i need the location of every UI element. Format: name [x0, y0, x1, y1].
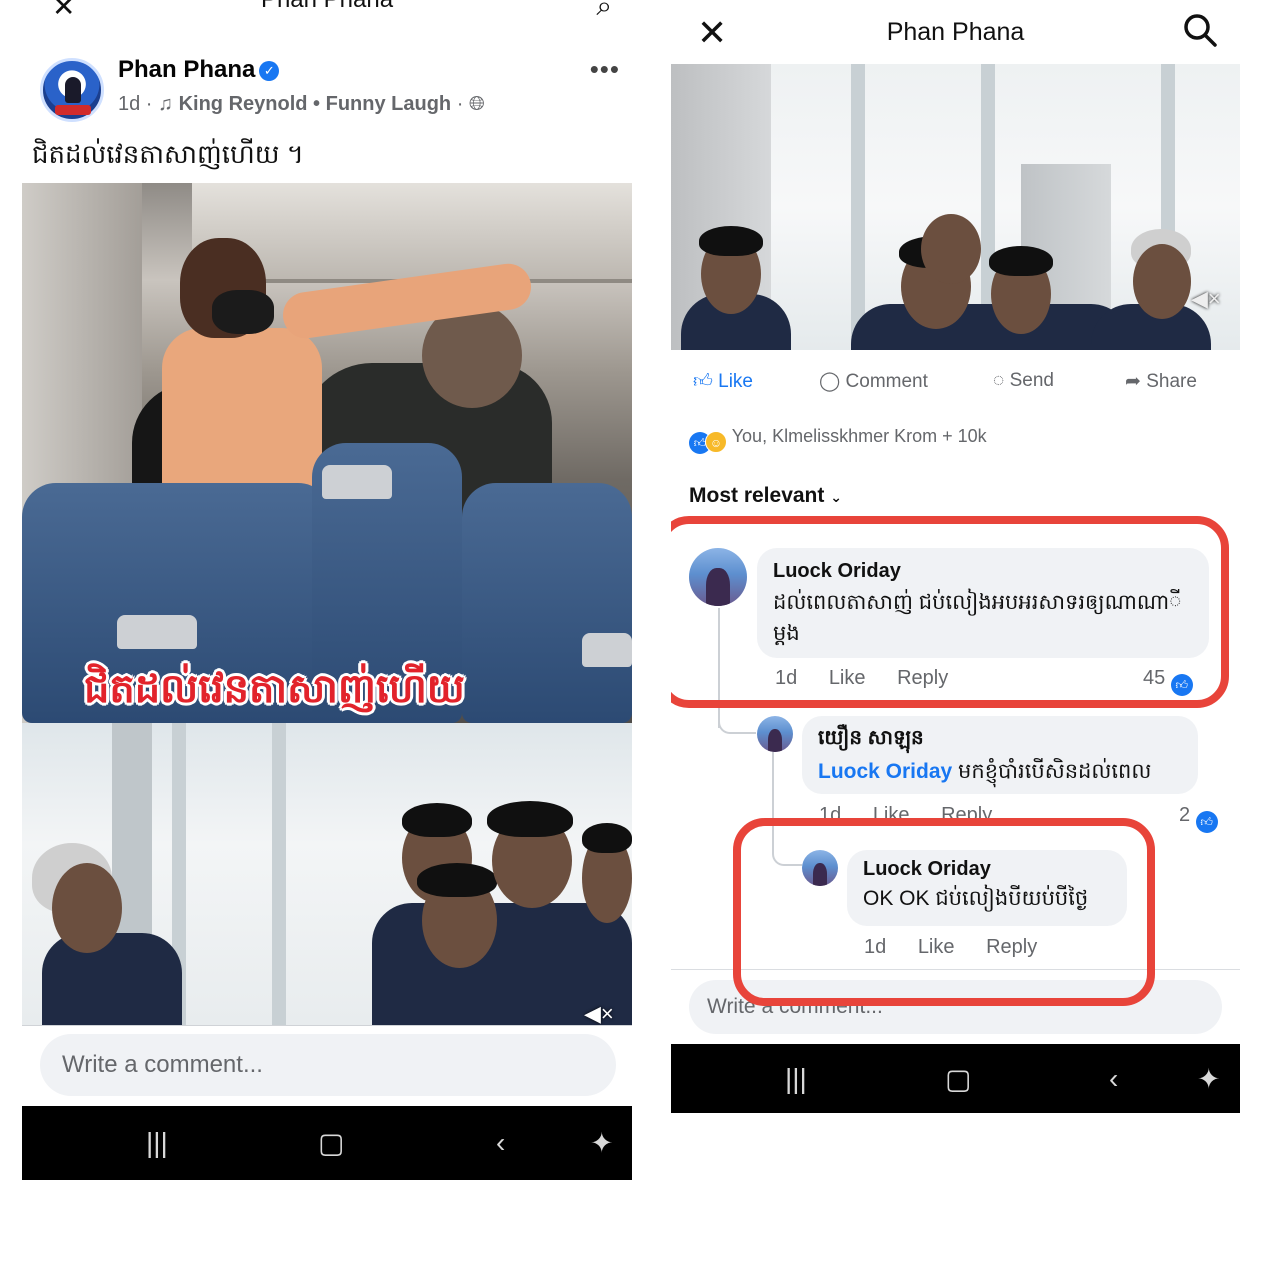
sort-dropdown[interactable]: Most relevant ⌄ — [689, 484, 842, 508]
home-icon[interactable]: ▢ — [945, 1062, 971, 1095]
verified-icon: ✓ — [259, 61, 280, 81]
post-author[interactable]: Phan Phana ✓ — [118, 56, 280, 84]
music-icon: ♫ — [158, 93, 174, 115]
right-screenshot: ✕ Phan Phana ◀× 👍︎ Like ◯ Comment ◌ Send… — [671, 0, 1240, 1113]
share-icon: ➦ — [1125, 371, 1141, 392]
post-music[interactable]: King Reynold • Funny Laugh — [179, 93, 452, 115]
recent-apps-icon[interactable]: ||| — [785, 1063, 807, 1095]
send-label: Send — [1009, 370, 1054, 391]
mute-icon[interactable]: ◀× — [584, 1001, 614, 1025]
share-button[interactable]: ➦ Share — [1125, 370, 1197, 393]
highlight-box — [671, 516, 1229, 708]
reactions-summary[interactable]: 👍︎ ☺ You, Klmelisskhmer Krom + 10k — [689, 426, 987, 454]
post-meta: 1d · ♫ King Reynold • Funny Laugh · 🌐︎ — [118, 93, 485, 115]
like-icon: 👍︎ — [693, 371, 713, 392]
mute-icon[interactable]: ◀× — [1191, 286, 1221, 312]
avatar-badge — [55, 105, 91, 115]
accessibility-icon[interactable]: ✦ — [1197, 1062, 1220, 1095]
search-icon[interactable]: ⌕ — [596, 0, 612, 23]
comment-label: Comment — [845, 371, 928, 392]
commenter-avatar[interactable] — [757, 716, 793, 752]
divider — [22, 1025, 632, 1026]
back-icon[interactable]: ‹ — [496, 1127, 505, 1159]
system-navbar: ||| ▢ ‹ ✦ — [671, 1044, 1240, 1113]
left-screenshot: ✕ Phan Phana ⌕ Phan Phana✓ 1d · ♫ King R… — [22, 0, 632, 1180]
chevron-down-icon: ⌄ — [830, 489, 842, 505]
comment-text: Luock Oriday មកខ្ញុំបាំរបើសិនដល់ពេល — [818, 756, 1182, 787]
globe-icon: 🌐︎ — [468, 93, 485, 115]
comment-bubble: យឿន សាឡុន Luock Oriday មកខ្ញុំបាំរបើសិនដ… — [802, 716, 1198, 794]
author-name[interactable]: Phan Phana — [118, 56, 255, 83]
post-caption: ជិតដល់វេនតាសាញ់ហើយ ។ — [32, 139, 304, 169]
post-actions: 👍︎ Like ◯ Comment ◌ Send ➦ Share — [671, 362, 1240, 406]
video-frame-lower — [22, 723, 632, 1025]
share-label: Share — [1146, 371, 1197, 392]
post-video[interactable]: ◀× — [671, 64, 1240, 350]
header-title: Phan Phana — [886, 18, 1025, 46]
recent-apps-icon[interactable]: ||| — [146, 1127, 168, 1159]
system-navbar: ||| ▢ ‹ ✦ — [22, 1106, 632, 1180]
like-label: Like — [718, 371, 753, 392]
messenger-icon: ◌ — [993, 370, 1005, 391]
highlight-box — [733, 818, 1155, 1006]
home-icon[interactable]: ▢ — [318, 1127, 344, 1160]
commenter-name[interactable]: យឿន សាឡុន — [818, 724, 1182, 754]
like-button[interactable]: 👍︎ Like — [693, 370, 753, 393]
back-icon[interactable]: ‹ — [1109, 1063, 1118, 1095]
comment-reaction-count[interactable]: 2 👍︎ — [1179, 804, 1218, 833]
video-frame-cabin — [22, 183, 632, 723]
sort-label: Most relevant — [689, 484, 825, 507]
post-video[interactable]: ជិតដល់វេនតាសាញ់ហើយ ◀× — [22, 183, 632, 1025]
comment-body: មកខ្ញុំបាំរបើសិនដល់ពេល — [958, 760, 1152, 783]
comment-input[interactable]: Write a comment... — [40, 1034, 616, 1096]
post-time: 1d — [118, 93, 141, 115]
mention-link[interactable]: Luock Oriday — [818, 760, 952, 783]
accessibility-icon[interactable]: ✦ — [590, 1127, 613, 1160]
search-icon[interactable] — [1182, 12, 1218, 48]
comment-button[interactable]: ◯ Comment — [819, 370, 928, 393]
send-button[interactable]: ◌ Send — [993, 370, 1054, 392]
haha-reaction-icon: ☺ — [705, 431, 727, 453]
reaction-count: 2 — [1179, 804, 1191, 826]
author-avatar[interactable] — [40, 58, 104, 122]
header-title: Phan Phana — [22, 0, 632, 14]
like-reaction-icon: 👍︎ — [1195, 811, 1218, 833]
video-overlay-text: ជិតដល់វេនតាសាញ់ហើយ — [84, 667, 465, 711]
comment-icon: ◯ — [819, 371, 841, 392]
more-icon[interactable]: ••• — [590, 54, 620, 85]
reactions-text: You, Klmelisskhmer Krom + 10k — [731, 426, 987, 446]
